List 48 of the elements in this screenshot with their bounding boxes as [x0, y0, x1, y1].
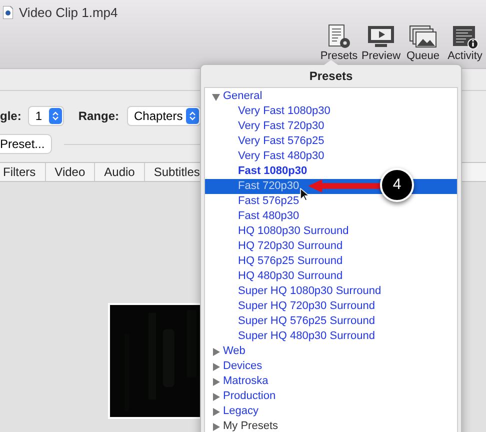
toolbar-button[interactable]: Activity: [446, 24, 484, 62]
expand-triangle-icon[interactable]: [212, 422, 220, 430]
range-dropdown[interactable]: Chapters: [128, 107, 200, 125]
preset-item[interactable]: Very Fast 1080p30: [205, 104, 457, 119]
tab[interactable]: Audio: [95, 163, 145, 181]
log-info-icon: [451, 24, 479, 50]
preset-group[interactable]: Legacy: [223, 403, 258, 420]
toolbar-button[interactable]: Queue: [404, 24, 442, 62]
angle-field[interactable]: 1: [29, 107, 64, 125]
expand-triangle-icon[interactable]: [212, 408, 220, 416]
toolbar-button[interactable]: Presets: [320, 24, 358, 62]
preset-item[interactable]: Super HQ 1080p30 Surround: [205, 284, 457, 299]
monitor-play-icon: [366, 24, 396, 50]
preset-item[interactable]: Very Fast 480p30: [205, 149, 457, 164]
stepper-icon: [49, 108, 62, 124]
preset-item[interactable]: HQ 480p30 Surround: [205, 269, 457, 284]
expand-triangle-icon[interactable]: [212, 348, 220, 356]
pointer-cursor-icon: [300, 188, 309, 201]
preset-item[interactable]: Very Fast 576p25: [205, 134, 457, 149]
preset-group[interactable]: My Presets: [223, 418, 278, 432]
window-title: Video Clip 1.mp4: [19, 4, 118, 22]
preset-item[interactable]: Very Fast 720p30: [205, 119, 457, 134]
preset-button[interactable]: Preset...: [0, 135, 51, 153]
preset-item[interactable]: HQ 1080p30 Surround: [205, 224, 457, 239]
preset-item[interactable]: Super HQ 480p30 Surround: [205, 329, 457, 344]
preset-item[interactable]: Fast 480p30: [205, 209, 457, 224]
preset-group[interactable]: Devices: [223, 358, 262, 375]
preset-item[interactable]: Super HQ 576p25 Surround: [205, 314, 457, 329]
preset-group[interactable]: Matroska: [223, 373, 268, 390]
popover-title: Presets: [309, 68, 353, 85]
photos-stack-icon: [408, 24, 438, 50]
tab[interactable]: Filters: [0, 163, 46, 181]
expand-triangle-icon[interactable]: [212, 392, 220, 400]
toolbar-button[interactable]: Preview: [362, 24, 400, 62]
angle-label: gle:: [0, 108, 22, 125]
expand-triangle-icon[interactable]: [212, 362, 220, 370]
preset-item[interactable]: HQ 720p30 Surround: [205, 239, 457, 254]
preset-group[interactable]: Web: [223, 343, 246, 360]
preset-item[interactable]: HQ 576p25 Surround: [205, 254, 457, 269]
file-icon: [3, 6, 13, 20]
preset-group[interactable]: Production: [223, 388, 276, 405]
tab[interactable]: Video: [46, 163, 96, 181]
preset-group[interactable]: General: [223, 88, 262, 105]
expand-triangle-icon[interactable]: [212, 378, 220, 386]
preset-item[interactable]: Super HQ 720p30 Surround: [205, 299, 457, 314]
stepper-icon: [186, 108, 200, 124]
range-label: Range:: [78, 108, 120, 125]
collapse-triangle-icon[interactable]: [212, 92, 220, 100]
